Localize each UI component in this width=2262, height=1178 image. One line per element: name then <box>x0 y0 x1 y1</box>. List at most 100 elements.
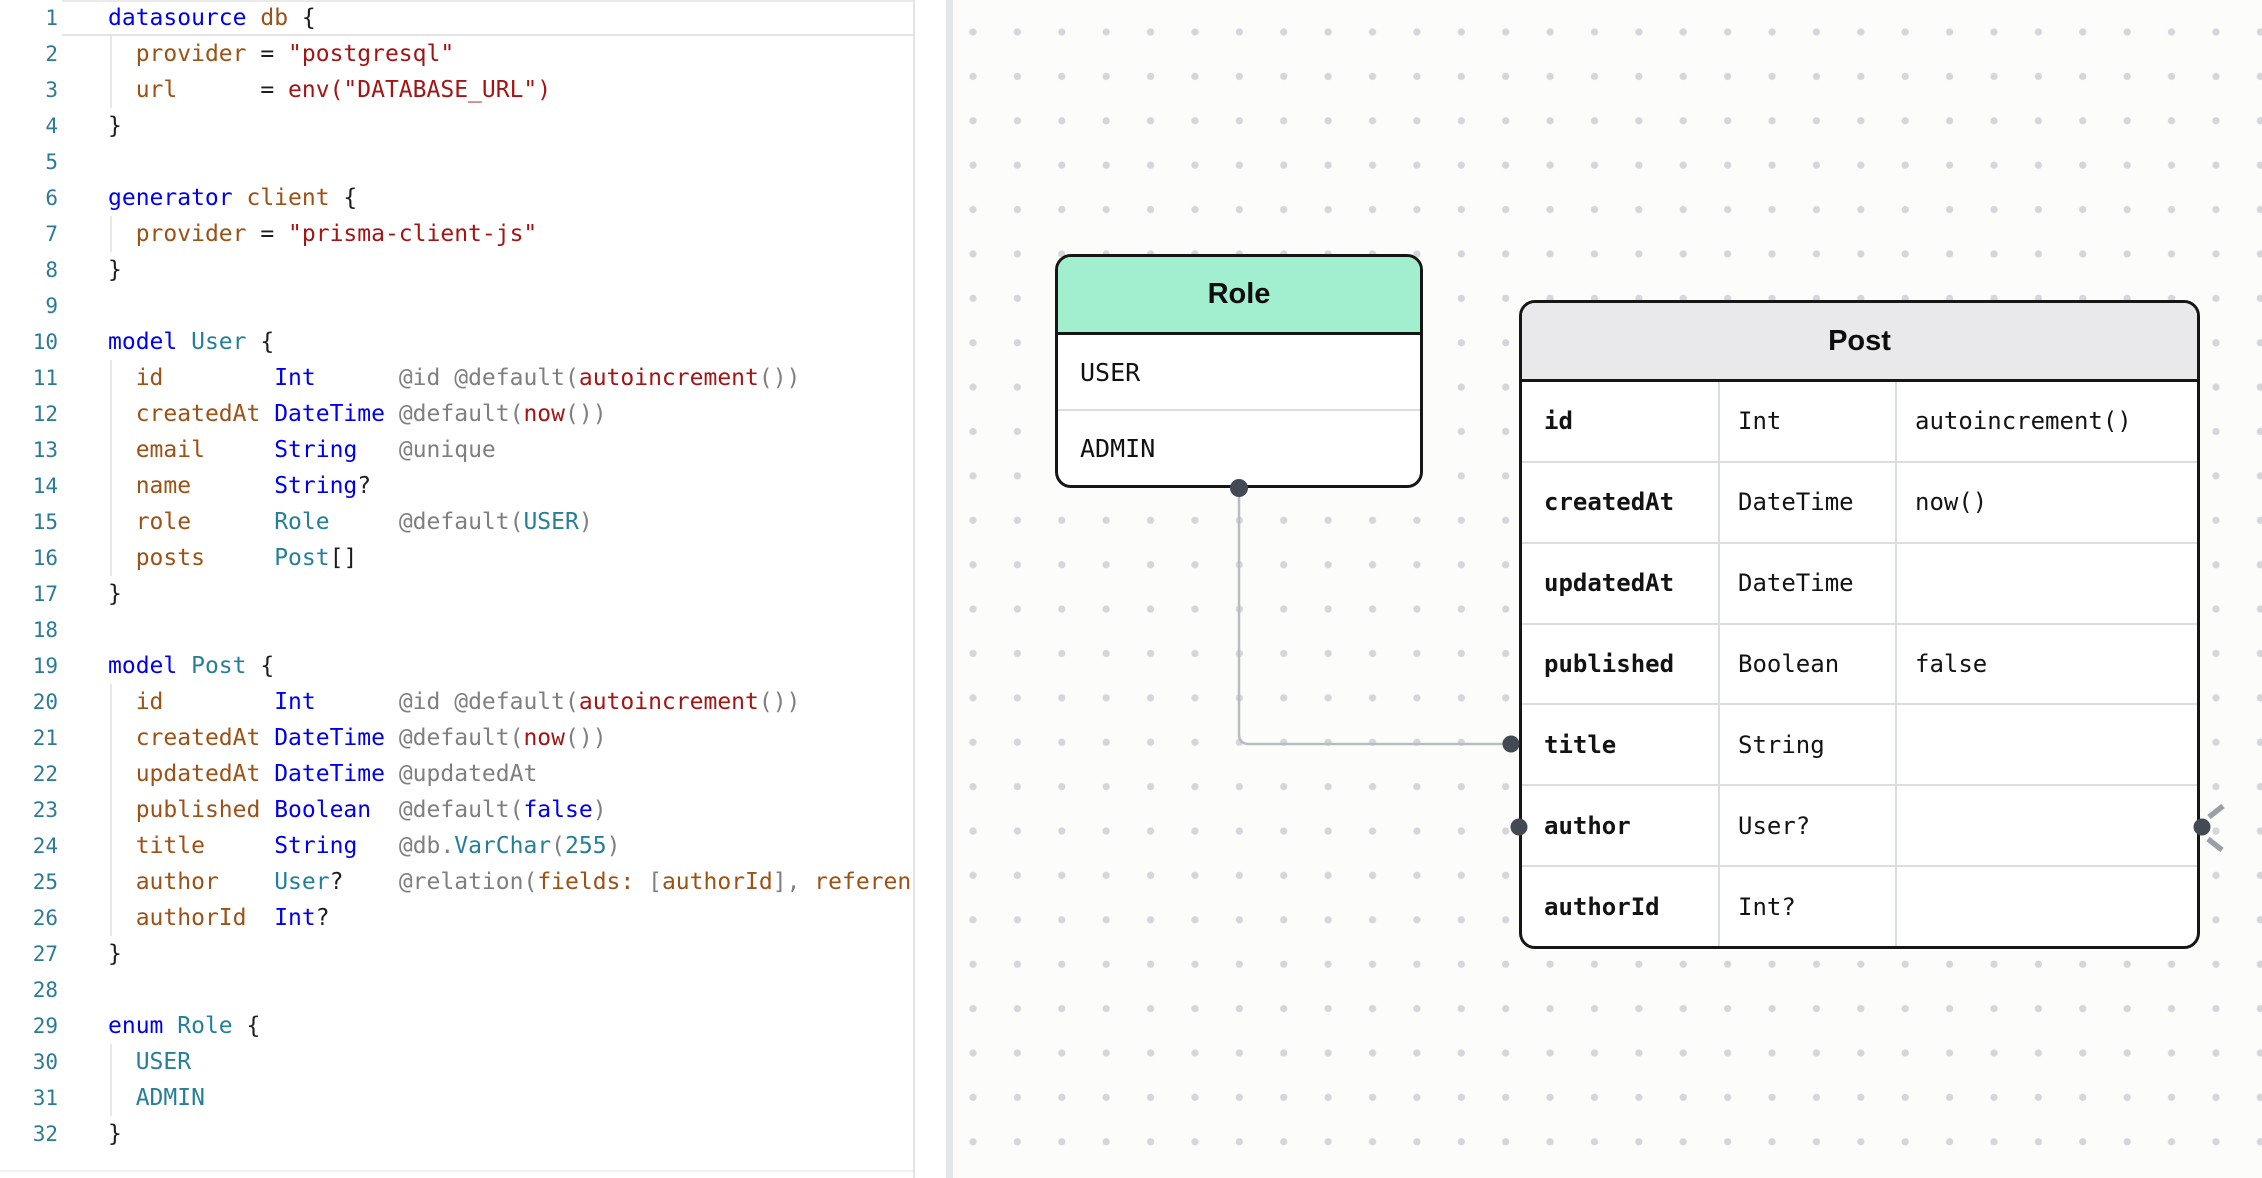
code-line[interactable]: 5 <box>0 144 946 180</box>
line-number: 12 <box>0 396 58 432</box>
code-line[interactable]: 13 email String @unique <box>0 432 946 468</box>
code-lines[interactable]: 1datasource db {2 provider = "postgresql… <box>0 0 946 1152</box>
editor-scrollbar-boundary <box>913 0 915 1178</box>
line-number: 13 <box>0 432 58 468</box>
line-number: 16 <box>0 540 58 576</box>
field-row: idIntautoincrement() <box>1522 382 2197 461</box>
role-table-rows: USERADMIN <box>1058 335 1420 485</box>
enum-value-row: USER <box>1058 335 1420 409</box>
code-text <box>108 612 914 648</box>
line-number: 8 <box>0 252 58 288</box>
code-line[interactable]: 23 published Boolean @default(false) <box>0 792 946 828</box>
code-line[interactable]: 2 provider = "postgresql" <box>0 36 946 72</box>
code-line[interactable]: 3 url = env("DATABASE_URL") <box>0 72 946 108</box>
code-text: createdAt DateTime @default(now()) <box>108 396 914 432</box>
code-line[interactable]: 1datasource db { <box>0 0 946 36</box>
line-number: 19 <box>0 648 58 684</box>
line-number: 18 <box>0 612 58 648</box>
code-text: model User { <box>108 324 914 360</box>
line-number: 32 <box>0 1116 58 1152</box>
field-row: authorUser? <box>1522 784 2197 865</box>
code-line[interactable]: 26 authorId Int? <box>0 900 946 936</box>
field-name-cell: createdAt <box>1522 463 1720 542</box>
code-line[interactable]: 30 USER <box>0 1044 946 1080</box>
field-row: createdAtDateTimenow() <box>1522 461 2197 542</box>
code-line[interactable]: 14 name String? <box>0 468 946 504</box>
code-line[interactable]: 4} <box>0 108 946 144</box>
code-text: generator client { <box>108 180 914 216</box>
code-line[interactable]: 31 ADMIN <box>0 1080 946 1116</box>
field-name-cell: author <box>1522 786 1720 865</box>
code-text: email String @unique <box>108 432 914 468</box>
code-line[interactable]: 20 id Int @id @default(autoincrement()) <box>0 684 946 720</box>
code-text: name String? <box>108 468 914 504</box>
code-line[interactable]: 6 generator client { <box>0 180 946 216</box>
code-text: posts Post[] <box>108 540 914 576</box>
code-text: updatedAt DateTime @updatedAt <box>108 756 914 792</box>
code-text: author User? @relation(fields: [authorId… <box>108 864 914 900</box>
pane-divider[interactable] <box>946 0 953 1178</box>
line-number: 9 <box>0 288 58 324</box>
code-line[interactable]: 9 <box>0 288 946 324</box>
line-number: 30 <box>0 1044 58 1080</box>
line-number: 2 <box>0 36 58 72</box>
line-number: 20 <box>0 684 58 720</box>
field-name-cell: published <box>1522 625 1720 704</box>
line-number: 6 <box>0 180 58 216</box>
code-text: title String @db.VarChar(255) <box>108 828 914 864</box>
field-type-cell: DateTime <box>1720 463 1897 542</box>
line-number: 11 <box>0 360 58 396</box>
code-line[interactable]: 18 <box>0 612 946 648</box>
code-line[interactable]: 17} <box>0 576 946 612</box>
field-row: authorIdInt? <box>1522 865 2197 946</box>
code-line[interactable]: 24 title String @db.VarChar(255) <box>0 828 946 864</box>
field-default-cell <box>1897 544 2197 623</box>
code-line[interactable]: 16 posts Post[] <box>0 540 946 576</box>
field-name-cell: authorId <box>1522 867 1720 946</box>
field-default-cell: autoincrement() <box>1897 382 2197 461</box>
code-text: } <box>108 252 914 288</box>
code-line[interactable]: 22 updatedAt DateTime @updatedAt <box>0 756 946 792</box>
field-default-cell <box>1897 705 2197 784</box>
code-line[interactable]: 29enum Role { <box>0 1008 946 1044</box>
code-line[interactable]: 7 provider = "prisma-client-js" <box>0 216 946 252</box>
entity-table-post[interactable]: Post idIntautoincrement()createdAtDateTi… <box>1519 300 2200 949</box>
code-text: datasource db { <box>108 0 914 36</box>
code-text: id Int @id @default(autoincrement()) <box>108 360 914 396</box>
code-line[interactable]: 10model User { <box>0 324 946 360</box>
line-number: 28 <box>0 972 58 1008</box>
line-number: 24 <box>0 828 58 864</box>
code-text: } <box>108 936 914 972</box>
field-type-cell: String <box>1720 705 1897 784</box>
code-line[interactable]: 11 id Int @id @default(autoincrement()) <box>0 360 946 396</box>
code-line[interactable]: 32} <box>0 1116 946 1152</box>
code-text: role Role @default(USER) <box>108 504 914 540</box>
role-table-header: Role <box>1058 257 1420 335</box>
code-text: } <box>108 1116 914 1152</box>
editor-bottom-shadow <box>0 1170 913 1172</box>
line-number: 29 <box>0 1008 58 1044</box>
code-line[interactable]: 21 createdAt DateTime @default(now()) <box>0 720 946 756</box>
code-line[interactable]: 12 createdAt DateTime @default(now()) <box>0 396 946 432</box>
entity-table-role[interactable]: Role USERADMIN <box>1055 254 1423 488</box>
line-number: 7 <box>0 216 58 252</box>
code-line[interactable]: 28 <box>0 972 946 1008</box>
code-text: } <box>108 576 914 612</box>
code-text: model Post { <box>108 648 914 684</box>
schema-editor[interactable]: 1datasource db {2 provider = "postgresql… <box>0 0 946 1178</box>
code-text: provider = "postgresql" <box>108 36 914 72</box>
field-name-cell: updatedAt <box>1522 544 1720 623</box>
line-number: 23 <box>0 792 58 828</box>
code-line[interactable]: 19 model Post { <box>0 648 946 684</box>
post-table-title: Post <box>1828 325 1891 358</box>
code-line[interactable]: 15 role Role @default(USER) <box>0 504 946 540</box>
code-text: published Boolean @default(false) <box>108 792 914 828</box>
post-table-rows: idIntautoincrement()createdAtDateTimenow… <box>1522 382 2197 946</box>
code-line[interactable]: 27} <box>0 936 946 972</box>
code-line[interactable]: 25 author User? @relation(fields: [autho… <box>0 864 946 900</box>
field-row: publishedBooleanfalse <box>1522 623 2197 704</box>
code-line[interactable]: 8} <box>0 252 946 288</box>
field-name-cell: id <box>1522 382 1720 461</box>
field-row: titleString <box>1522 703 2197 784</box>
field-row: updatedAtDateTime <box>1522 542 2197 623</box>
